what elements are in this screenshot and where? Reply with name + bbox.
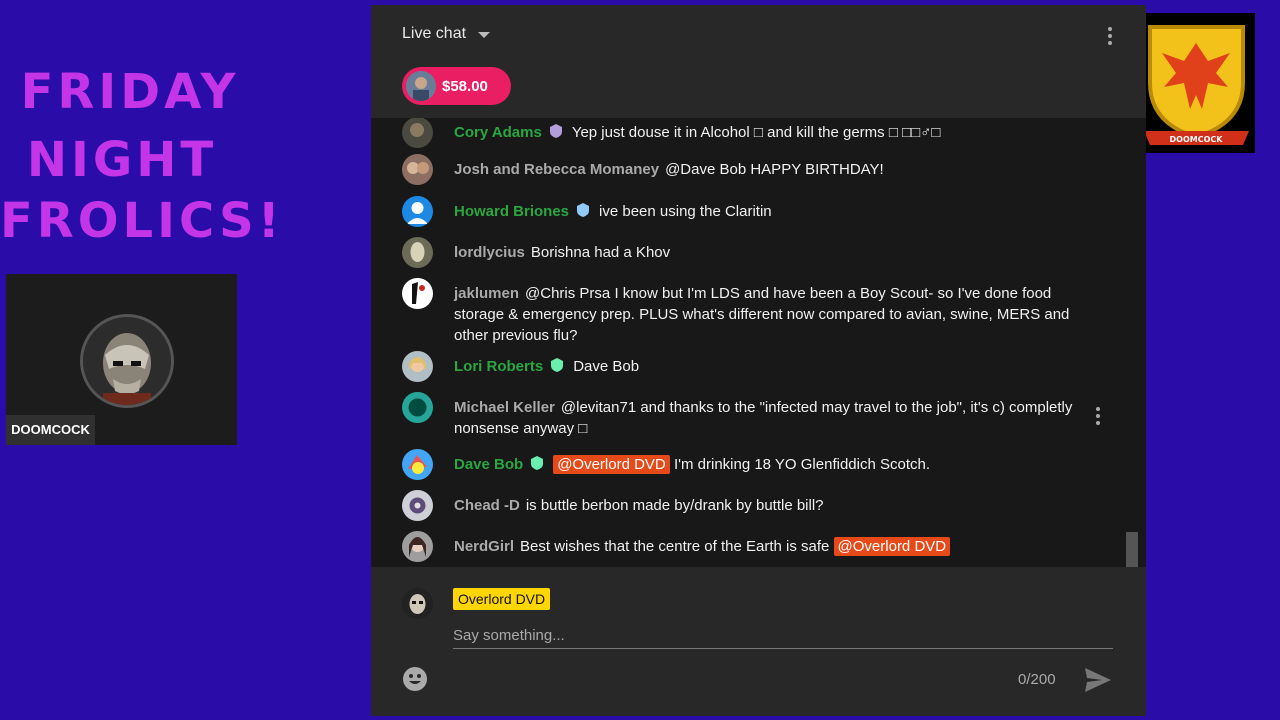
- member-badge-icon: [549, 124, 562, 138]
- channel-logo: DOOMCOCK: [1138, 13, 1255, 153]
- message-text: is buttle berbon made by/drank by buttle…: [525, 497, 824, 514]
- member-badge-icon: [551, 358, 564, 372]
- user-avatar: [402, 392, 433, 423]
- message-text: Yep just douse it in Alcohol □ and kill …: [571, 124, 941, 141]
- message-text: Borishna had a Khov: [530, 244, 671, 261]
- author-name[interactable]: Howard Briones: [454, 203, 569, 220]
- user-avatar: [402, 196, 433, 227]
- message-text: @Chris Prsa I know but I'm LDS and have …: [454, 285, 1070, 344]
- character-counter: 0/200: [1018, 671, 1056, 688]
- chat-scrollbar-thumb[interactable]: [1126, 532, 1138, 567]
- user-avatar: [402, 531, 433, 562]
- chat-composer: Overlord DVD 0/200: [371, 567, 1146, 716]
- live-chat-panel: Live chat $58.00 Cory Adams Yep just dous…: [371, 5, 1146, 716]
- message-text: @Dave Bob HAPPY BIRTHDAY!: [665, 161, 884, 178]
- more-options-icon[interactable]: [1108, 27, 1112, 48]
- send-icon[interactable]: [1084, 667, 1112, 693]
- user-avatar: [402, 154, 433, 185]
- user-avatar: [402, 449, 433, 480]
- chat-message: Dave Bob @Overlord DVD I'm drinking 18 YO…: [402, 449, 1092, 480]
- superchat-avatar: [406, 71, 436, 101]
- chat-message: Chead -D is buttle berbon made by/drank b…: [402, 490, 1092, 521]
- chat-message: Cory Adams Yep just douse it in Alcohol □…: [402, 118, 1092, 148]
- emoji-icon[interactable]: [402, 666, 428, 692]
- chat-scrollbar-track[interactable]: [1124, 118, 1138, 567]
- message-text: Best wishes that the centre of the Earth…: [520, 538, 830, 555]
- current-user-name-chip: Overlord DVD: [453, 588, 551, 610]
- author-name[interactable]: Dave Bob: [454, 456, 523, 473]
- chat-message: Michael Keller @levitan71 and thanks to t…: [402, 392, 1092, 439]
- chat-message: lordlycius Borishna had a Khov: [402, 237, 1092, 268]
- streamer-name-label: DOOMCOCK: [6, 415, 95, 445]
- message-text: Dave Bob: [573, 358, 640, 375]
- author-name[interactable]: jaklumen: [454, 285, 519, 302]
- user-avatar: [402, 490, 433, 521]
- chat-message: jaklumen @Chris Prsa I know but I'm LDS a…: [402, 278, 1092, 346]
- member-badge-icon: [531, 456, 544, 470]
- chat-header: Live chat $58.00: [371, 5, 1146, 118]
- overlay-title-line-1: FRIDAY: [20, 64, 240, 120]
- superchat-amount: $58.00: [442, 78, 488, 95]
- message-options-icon[interactable]: [1096, 407, 1100, 428]
- author-name[interactable]: Michael Keller: [454, 399, 555, 416]
- user-avatar: [402, 237, 433, 268]
- member-badge-icon: [577, 203, 590, 217]
- author-name[interactable]: Cory Adams: [454, 124, 542, 141]
- chat-message: NerdGirl Best wishes that the centre of t…: [402, 531, 1092, 562]
- chevron-down-icon[interactable]: [478, 32, 490, 38]
- streamer-avatar: [80, 314, 174, 408]
- author-name[interactable]: Josh and Rebecca Momaney: [454, 161, 659, 178]
- svg-text:DOOMCOCK: DOOMCOCK: [1170, 135, 1224, 144]
- superchat-ticker[interactable]: $58.00: [402, 67, 511, 105]
- author-name[interactable]: NerdGirl: [454, 538, 514, 555]
- chat-mode-dropdown-label[interactable]: Live chat: [402, 25, 466, 43]
- user-avatar: [402, 118, 433, 148]
- user-avatar: [402, 351, 433, 382]
- overlay-title-line-3: FROLICS!: [0, 193, 284, 249]
- mention-chip[interactable]: @Overlord DVD: [833, 537, 951, 556]
- author-name[interactable]: Chead -D: [454, 497, 520, 514]
- mention-chip[interactable]: @Overlord DVD: [553, 455, 670, 474]
- current-user-avatar: [402, 588, 433, 619]
- chat-message-list[interactable]: Cory Adams Yep just douse it in Alcohol □…: [371, 118, 1146, 567]
- user-avatar: [402, 278, 433, 309]
- chat-message: Josh and Rebecca Momaney @Dave Bob HAPPY …: [402, 154, 1092, 185]
- chat-message: Lori Roberts Dave Bob: [402, 351, 1092, 382]
- chat-message-input[interactable]: [453, 622, 1113, 649]
- message-text: ive been using the Claritin: [599, 203, 772, 220]
- message-text: I'm drinking 18 YO Glenfiddich Scotch.: [673, 456, 931, 473]
- chat-message: Howard Briones ive been using the Clariti…: [402, 196, 1092, 227]
- author-name[interactable]: lordlycius: [454, 244, 525, 261]
- author-name[interactable]: Lori Roberts: [454, 358, 543, 375]
- overlay-title-line-2: NIGHT: [26, 132, 218, 188]
